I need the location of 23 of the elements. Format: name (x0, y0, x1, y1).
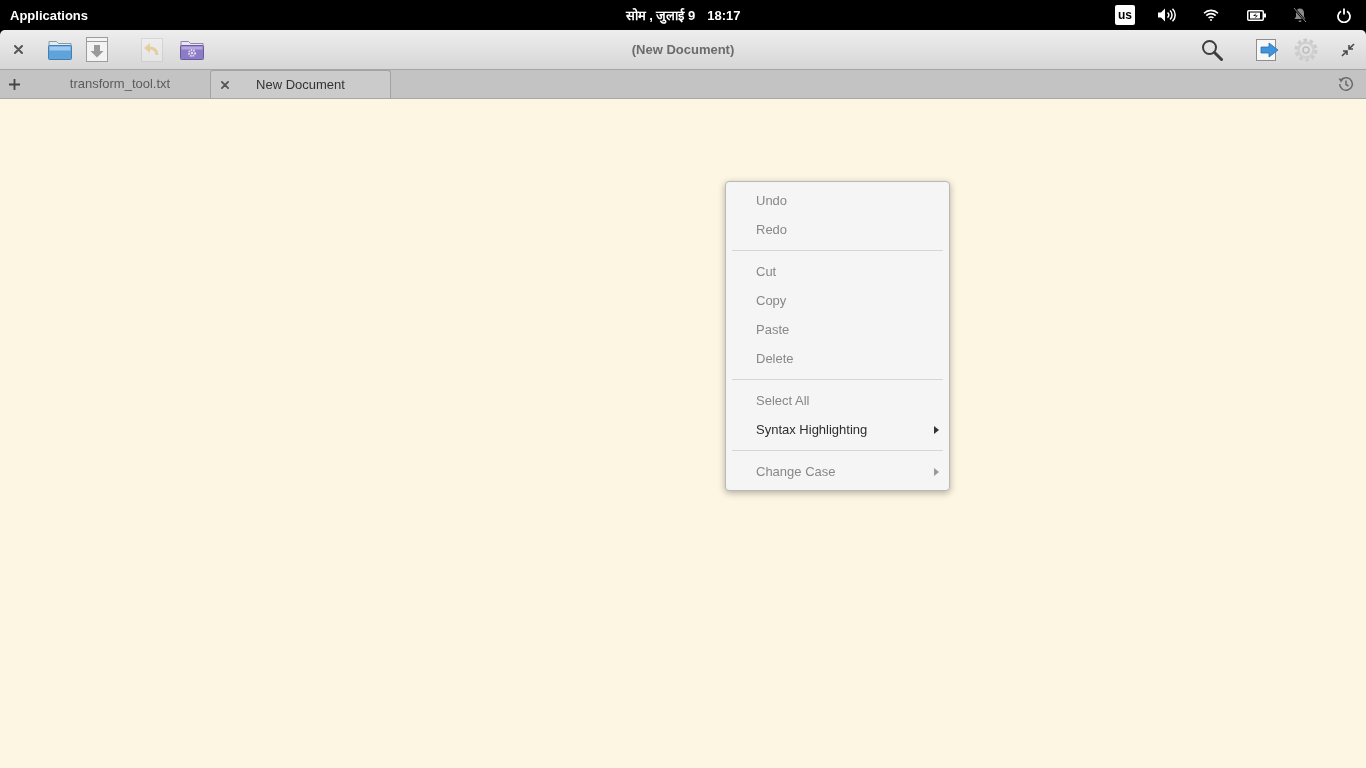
keyboard-layout-indicator[interactable]: us (1115, 5, 1135, 25)
power-icon[interactable] (1337, 7, 1351, 23)
document-right-arrow-icon (1256, 38, 1280, 61)
time-label: 18:17 (707, 6, 741, 24)
close-icon (13, 45, 23, 54)
menu-item[interactable]: Syntax Highlighting (726, 415, 949, 444)
search-icon (1201, 38, 1223, 61)
applications-menu[interactable]: Applications (10, 6, 88, 24)
volume-icon[interactable] (1158, 8, 1176, 22)
plus-icon (8, 78, 20, 90)
folder-gear-icon (180, 39, 204, 60)
folder-icon (48, 39, 72, 60)
inward-arrows-icon (1341, 42, 1355, 57)
bell-off-icon[interactable] (1293, 7, 1307, 23)
settings-icon (1294, 37, 1318, 62)
wifi-icon[interactable] (1203, 9, 1219, 21)
date-label: सोम , जुलाई 9 (625, 6, 696, 24)
history-icon (1338, 76, 1354, 92)
tab[interactable]: transform_tool.txt (30, 70, 210, 98)
tab[interactable]: New Document (210, 70, 391, 98)
close-icon (221, 80, 229, 89)
battery-charging-icon[interactable] (1247, 9, 1266, 21)
window-title: (New Document) (631, 41, 735, 58)
